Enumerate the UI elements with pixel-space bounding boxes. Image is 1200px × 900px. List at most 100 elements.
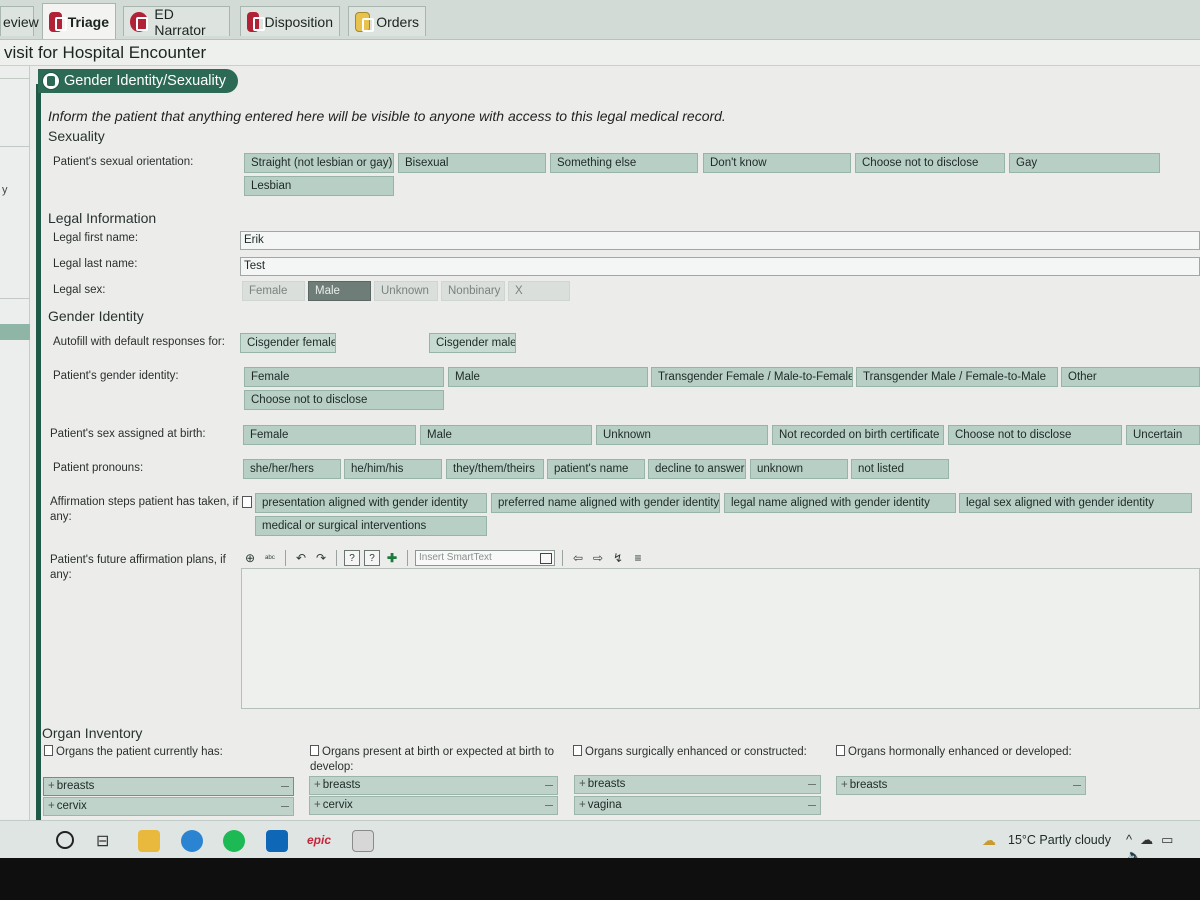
birth-sex-option[interactable]: Choose not to disclose xyxy=(948,425,1122,445)
weather-text[interactable]: 15°C Partly cloudy xyxy=(1008,833,1111,847)
orientation-label: Patient's sexual orientation: xyxy=(53,156,194,168)
tab-disposition[interactable]: Disposition xyxy=(240,6,340,36)
list-icon[interactable]: ≡ xyxy=(630,550,646,566)
organ-item[interactable]: + breasts xyxy=(836,776,1086,795)
gender-identity-option[interactable]: Male xyxy=(448,367,648,387)
legal-sex-option[interactable]: Nonbinary xyxy=(441,281,505,301)
tab-ed-narrator[interactable]: ED Narrator xyxy=(123,5,230,38)
gender-heading: Gender Identity xyxy=(48,308,144,324)
pronoun-option[interactable]: not listed xyxy=(851,459,949,479)
document-icon[interactable] xyxy=(836,745,845,756)
app-icon[interactable] xyxy=(352,830,374,852)
orientation-option[interactable]: Choose not to disclose xyxy=(855,153,1005,173)
triage-icon xyxy=(49,11,67,32)
sidebar-selected-item[interactable] xyxy=(0,324,30,340)
gender-identity-option[interactable]: Female xyxy=(244,367,444,387)
tab-triage[interactable]: Triage xyxy=(42,3,116,39)
narrator-icon xyxy=(130,11,149,32)
section-bar xyxy=(36,84,41,820)
edge-icon[interactable] xyxy=(181,830,203,852)
zoom-icon[interactable]: ⊕ xyxy=(242,550,258,566)
orientation-option[interactable]: Don't know xyxy=(703,153,851,173)
add-icon[interactable]: ✚ xyxy=(384,550,400,566)
orders-icon xyxy=(355,11,375,32)
affirmation-option[interactable]: medical or surgical interventions xyxy=(255,516,487,536)
organ-item[interactable]: + breasts xyxy=(309,776,558,795)
section-title: Gender Identity/Sexuality xyxy=(64,73,227,89)
task-view-icon[interactable]: ⊟ xyxy=(96,831,109,851)
document-icon[interactable] xyxy=(573,745,582,756)
arrow-left-icon[interactable]: ⇦ xyxy=(570,550,586,566)
smartlink-help-icon[interactable]: ? xyxy=(364,550,380,566)
future-plans-textarea[interactable] xyxy=(241,568,1200,709)
legal-sex-option[interactable]: X xyxy=(508,281,570,301)
pronoun-option[interactable]: decline to answer xyxy=(648,459,746,479)
spellcheck-icon[interactable]: ᵃᵇᶜ xyxy=(262,550,278,566)
document-icon[interactable] xyxy=(242,496,252,508)
birth-sex-option[interactable]: Female xyxy=(243,425,416,445)
legal-sex-option[interactable]: Unknown xyxy=(374,281,438,301)
file-explorer-icon[interactable] xyxy=(138,830,160,852)
birth-sex-option[interactable]: Uncertain xyxy=(1126,425,1200,445)
orientation-option[interactable]: Bisexual xyxy=(398,153,546,173)
autofill-option[interactable]: Cisgender male xyxy=(429,333,516,353)
tab-label: Disposition xyxy=(264,13,333,30)
spotify-icon[interactable] xyxy=(223,830,245,852)
document-icon[interactable] xyxy=(44,745,53,756)
pronoun-option[interactable]: they/them/theirs xyxy=(446,459,544,479)
gender-identity-option[interactable]: Choose not to disclose xyxy=(244,390,444,410)
gender-identity-option[interactable]: Transgender Male / Female-to-Male xyxy=(856,367,1058,387)
affirmation-option[interactable]: legal name aligned with gender identity xyxy=(724,493,956,513)
help-icon[interactable]: ? xyxy=(344,550,360,566)
orientation-option[interactable]: Something else xyxy=(550,153,698,173)
redo-icon[interactable]: ↷ xyxy=(313,550,329,566)
pronoun-option[interactable]: patient's name xyxy=(547,459,645,479)
affirmation-option[interactable]: presentation aligned with gender identit… xyxy=(255,493,487,513)
next-field-icon[interactable]: ↯ xyxy=(610,550,626,566)
orientation-option[interactable]: Straight (not lesbian or gay) xyxy=(244,153,394,173)
gender-identity-option[interactable]: Transgender Female / Male-to-Female xyxy=(651,367,853,387)
epic-icon[interactable]: epic xyxy=(307,833,331,847)
organ-column-header: Organs present at birth or expected at b… xyxy=(310,745,555,773)
orientation-option[interactable]: Lesbian xyxy=(244,176,394,196)
first-name-label: Legal first name: xyxy=(53,232,139,244)
disposition-icon xyxy=(247,11,265,32)
birth-sex-option[interactable]: Not recorded on birth certificate xyxy=(772,425,944,445)
organ-item[interactable]: + cervix xyxy=(43,797,294,816)
outlook-icon[interactable] xyxy=(266,830,288,852)
legal-sex-option-selected[interactable]: Male xyxy=(308,281,371,301)
birth-sex-option[interactable]: Unknown xyxy=(596,425,768,445)
gender-identity-option[interactable]: Other xyxy=(1061,367,1200,387)
orientation-option[interactable]: Gay xyxy=(1009,153,1160,173)
tab-review[interactable]: eview xyxy=(0,6,39,36)
birth-sex-option[interactable]: Male xyxy=(420,425,592,445)
smarttext-input[interactable]: Insert SmartText xyxy=(415,550,555,566)
pronoun-option[interactable]: he/him/his xyxy=(344,459,442,479)
tab-orders[interactable]: Orders xyxy=(348,6,426,36)
legal-sex-label: Legal sex: xyxy=(53,284,106,296)
undo-icon[interactable]: ↶ xyxy=(293,550,309,566)
organ-item[interactable]: + breasts xyxy=(574,775,821,794)
organ-item[interactable]: + vagina xyxy=(574,796,821,815)
first-name-field[interactable]: Erik xyxy=(240,231,1200,250)
autofill-option[interactable]: Cisgender female xyxy=(240,333,336,353)
window-title-bar: visit for Hospital Encounter xyxy=(0,40,1200,66)
birth-sex-label: Patient's sex assigned at birth: xyxy=(50,428,206,440)
window-title: visit for Hospital Encounter xyxy=(4,43,207,62)
last-name-field[interactable]: Test xyxy=(240,257,1200,276)
affirmation-option[interactable]: legal sex aligned with gender identity xyxy=(959,493,1192,513)
organ-item[interactable]: + cervix xyxy=(309,796,558,815)
taskbar: ⊟ epic ☁ 15°C Partly cloudy ^☁▭🔈 xyxy=(0,820,1200,863)
legal-sex-option[interactable]: Female xyxy=(242,281,305,301)
document-icon[interactable] xyxy=(310,745,319,756)
organ-inventory-heading: Organ Inventory xyxy=(42,725,143,741)
section-header[interactable]: Gender Identity/Sexuality xyxy=(38,69,239,93)
pronoun-option[interactable]: unknown xyxy=(750,459,848,479)
search-circle-icon[interactable] xyxy=(56,831,74,849)
pronoun-option[interactable]: she/her/hers xyxy=(243,459,341,479)
tab-label: Orders xyxy=(376,13,419,30)
arrow-right-icon[interactable]: ⇨ xyxy=(590,550,606,566)
organ-item[interactable]: + breasts xyxy=(43,777,294,796)
affirmation-option[interactable]: preferred name aligned with gender ident… xyxy=(491,493,720,513)
tab-label: ED Narrator xyxy=(154,5,206,38)
